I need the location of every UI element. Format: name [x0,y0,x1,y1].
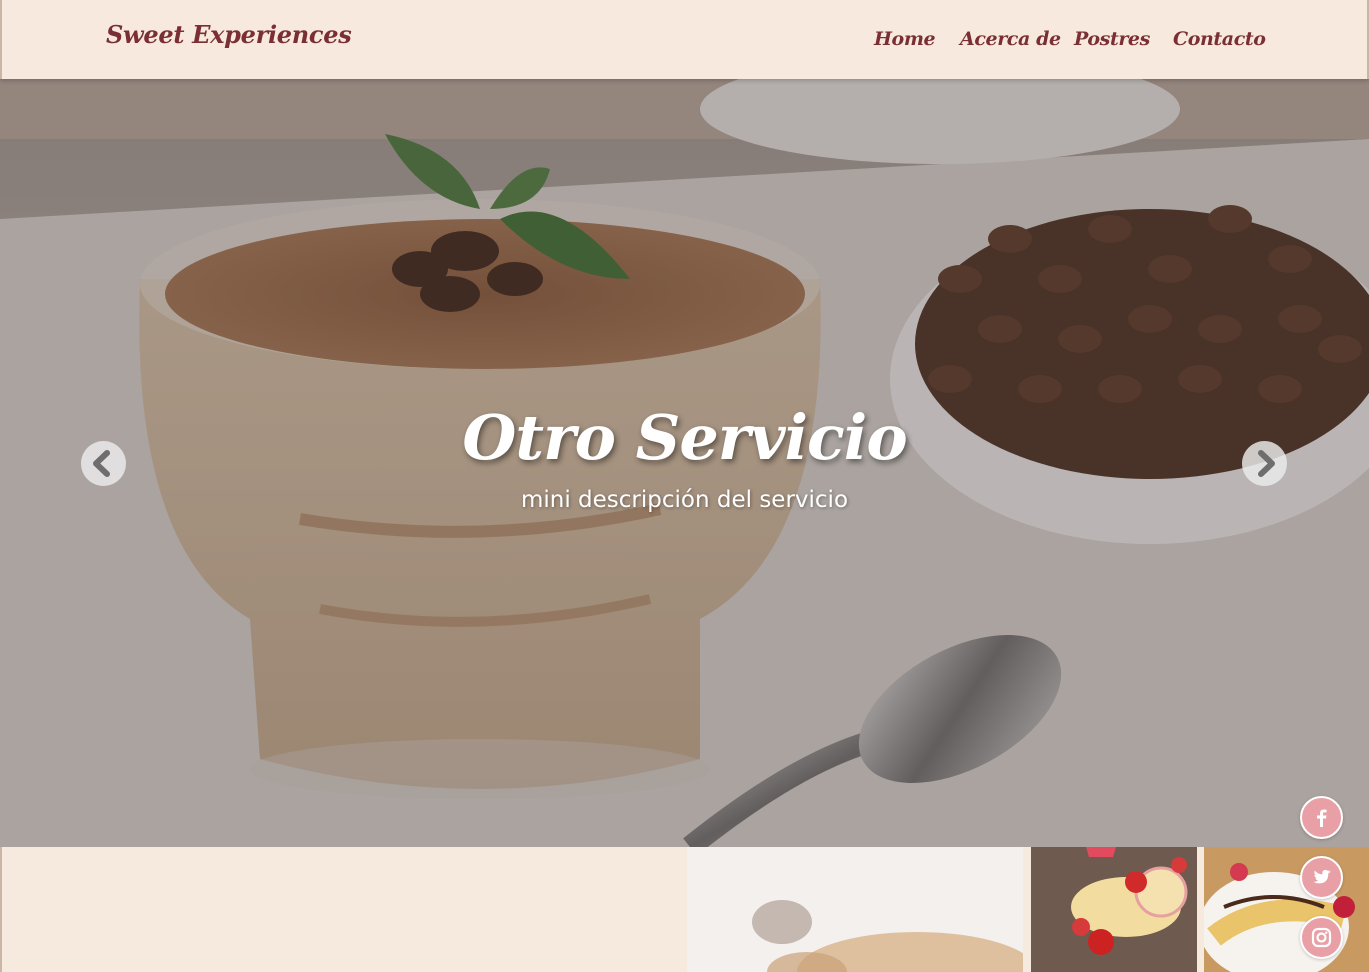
hero-carousel: Otro Servicio mini descripción del servi… [0,79,1369,847]
twitter-icon [1313,869,1331,884]
nav-acerca-de[interactable]: Acerca de [960,28,1061,50]
facebook-icon [1317,809,1327,827]
nav-contacto[interactable]: Contacto [1173,28,1266,50]
hero-subtitle: mini descripción del servicio [520,487,849,513]
chevron-right-icon [1258,450,1275,477]
carousel-prev-button[interactable] [81,441,126,486]
hero-title: Otro Servicio [462,401,907,474]
dessert-thumbnail[interactable] [687,847,1023,972]
instagram-button[interactable] [1300,916,1343,959]
crepes-thumbnail[interactable] [1204,847,1369,972]
strawberry-roll-thumbnail[interactable] [1031,847,1197,972]
twitter-button[interactable] [1300,856,1343,899]
instagram-icon [1311,927,1332,948]
main-nav: Home Acerca de Postres Contacto [2,28,1367,54]
carousel-next-button[interactable] [1242,441,1287,486]
facebook-button[interactable] [1300,796,1343,839]
chevron-left-icon [93,450,110,477]
gallery-section [0,847,1369,972]
nav-postres[interactable]: Postres [1074,28,1150,50]
nav-home[interactable]: Home [874,28,936,50]
site-header: Sweet Experiences Home Acerca de Postres… [0,0,1369,79]
